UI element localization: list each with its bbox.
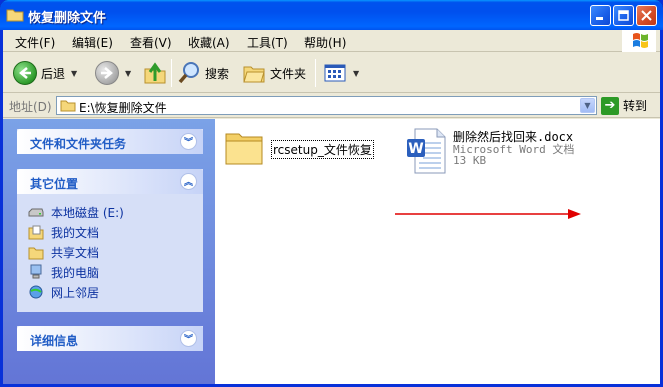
windows-flag-icon [633, 33, 648, 48]
folders-button[interactable]: 文件夹 [242, 58, 306, 88]
document-size: 13 KB [453, 154, 487, 167]
address-dropdown-icon[interactable]: ▼ [580, 98, 595, 113]
place-label: 我的文档 [51, 225, 100, 240]
details-header[interactable]: 详细信息 ︾ [17, 326, 203, 351]
menu-edit[interactable]: 编辑(E) [72, 34, 113, 51]
folder-name: rcsetup_文件恢复 [271, 140, 374, 159]
details-panel: 详细信息 ︾ [17, 326, 203, 351]
views-dropdown-icon[interactable]: ▼ [353, 69, 359, 78]
toolbar-separator [171, 59, 172, 87]
place-label: 网上邻居 [51, 285, 100, 300]
back-dropdown-icon[interactable]: ▼ [71, 69, 77, 78]
folder-icon [60, 100, 76, 112]
go-label: 转到 [623, 99, 648, 113]
address-text: E:\恢复删除文件 [79, 101, 167, 115]
menu-view[interactable]: 查看(V) [130, 34, 172, 51]
menu-help[interactable]: 帮助(H) [304, 34, 346, 51]
other-places-list: 本地磁盘 (E:) 我的文档 共享文档 我的电脑 网上邻居 [17, 194, 203, 306]
file-tasks-panel: 文件和文件夹任务 ︾ [17, 129, 203, 154]
file-view[interactable]: rcsetup_文件恢复 W 删除然后找回来.docx Microsoft Wo… [215, 119, 660, 384]
drive-icon [28, 208, 44, 217]
search-button[interactable]: 搜索 [177, 58, 229, 88]
address-bar: 地址(D) E:\恢复删除文件 ▼ ➔ 转到 [3, 94, 660, 118]
place-shared-documents[interactable]: 共享文档 [28, 242, 203, 262]
svg-text:W: W [408, 141, 423, 157]
back-arrow-icon [13, 61, 37, 85]
back-button[interactable]: 后退 ▼ [13, 58, 77, 88]
explorer-window: 恢复删除文件 文件(F) 编辑(E) 查看(V) 收藏(A) 工具(T) 帮助(… [0, 0, 663, 387]
place-local-disk[interactable]: 本地磁盘 (E:) [28, 202, 203, 222]
folders-icon [243, 66, 265, 83]
menu-bar: 文件(F) 编辑(E) 查看(V) 收藏(A) 工具(T) 帮助(H) [3, 30, 660, 52]
minimize-button[interactable] [590, 5, 611, 26]
search-label: 搜索 [205, 66, 230, 81]
title-bar[interactable]: 恢复删除文件 [0, 0, 663, 30]
views-icon [324, 64, 346, 82]
place-network[interactable]: 网上邻居 [28, 282, 203, 302]
word-document-icon: W [407, 128, 446, 174]
place-label: 本地磁盘 (E:) [51, 205, 124, 220]
folder-up-icon [144, 62, 166, 84]
toolbar: 后退 ▼ ▼ 搜索 文件夹 ▼ [3, 53, 660, 93]
details-title: 详细信息 [30, 334, 79, 348]
toolbar-separator [315, 59, 316, 87]
shared-documents-icon [28, 247, 44, 260]
file-tasks-header[interactable]: 文件和文件夹任务 ︾ [17, 129, 203, 154]
windows-logo [622, 30, 656, 52]
search-icon [178, 62, 199, 84]
window-title: 恢复删除文件 [28, 11, 107, 26]
place-label: 共享文档 [51, 245, 100, 260]
menu-tools[interactable]: 工具(T) [247, 34, 288, 51]
file-tasks-title: 文件和文件夹任务 [30, 137, 127, 151]
window-client: 文件(F) 编辑(E) 查看(V) 收藏(A) 工具(T) 帮助(H) 后退 ▼… [3, 30, 660, 384]
network-icon [29, 285, 43, 299]
minimize-icon [596, 17, 603, 20]
address-input[interactable]: E:\恢复删除文件 ▼ [56, 96, 597, 115]
maximize-button[interactable] [613, 5, 634, 26]
go-arrow-icon: ➔ [601, 96, 619, 115]
other-places-header[interactable]: 其它位置 ︽ [17, 169, 203, 194]
close-button[interactable] [636, 5, 657, 26]
close-icon [641, 10, 652, 21]
back-label: 后退 [41, 66, 66, 81]
folder-icon [225, 133, 263, 165]
forward-dropdown-icon[interactable]: ▼ [125, 69, 131, 78]
expand-icon[interactable]: ︾ [180, 330, 197, 347]
red-arrow-annotation [395, 209, 581, 219]
go-button[interactable]: ➔ 转到 [601, 95, 647, 116]
task-pane: 文件和文件夹任务 ︾ 其它位置 ︽ 本地磁盘 (E:) 我的文档 共享文档 我的… [3, 119, 215, 384]
folders-label: 文件夹 [270, 66, 307, 81]
window-border-left [0, 30, 3, 387]
address-label: 地址(D) [9, 100, 52, 114]
up-button[interactable] [143, 58, 167, 88]
my-documents-icon [28, 225, 44, 240]
forward-arrow-icon [95, 61, 119, 85]
place-my-documents[interactable]: 我的文档 [28, 222, 203, 242]
views-button[interactable]: ▼ [323, 58, 359, 88]
other-places-panel: 其它位置 ︽ 本地磁盘 (E:) 我的文档 共享文档 我的电脑 网上邻居 [17, 169, 203, 312]
collapse-icon[interactable]: ︽ [180, 173, 197, 190]
maximize-icon [618, 10, 629, 21]
folder-icon [6, 9, 24, 22]
place-my-computer[interactable]: 我的电脑 [28, 262, 203, 282]
place-label: 我的电脑 [51, 265, 100, 280]
forward-button[interactable]: ▼ [95, 58, 131, 88]
my-computer-icon [30, 264, 42, 279]
menu-favorites[interactable]: 收藏(A) [188, 34, 230, 51]
other-places-title: 其它位置 [30, 177, 79, 191]
expand-icon[interactable]: ︾ [180, 133, 197, 150]
menu-file[interactable]: 文件(F) [15, 34, 55, 51]
